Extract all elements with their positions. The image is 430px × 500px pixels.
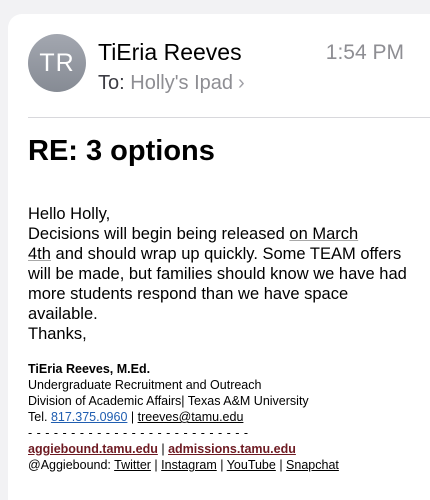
email-subject: RE: 3 options <box>28 135 215 167</box>
signature-division: Division of Academic Affairs| Texas A&M … <box>28 394 309 408</box>
divider <box>28 117 430 118</box>
body-paragraph: Decisions will begin being released on M… <box>28 225 407 323</box>
admissions-link[interactable]: admissions.tamu.edu <box>168 442 296 456</box>
date-link[interactable]: on March <box>289 225 358 243</box>
dash-separator: - - - - - - - - - - - - - - - - - - - - … <box>28 426 249 440</box>
social-links: @Aggiebound: Twitter | Instagram | YouTu… <box>28 458 339 472</box>
email-body: Hello Holly, Decisions will begin being … <box>28 204 418 344</box>
closing: Thanks, <box>28 325 87 343</box>
signature-department: Undergraduate Recruitment and Outreach <box>28 378 262 392</box>
recipient-name[interactable]: Holly's Ipad <box>130 72 233 94</box>
snapchat-link[interactable]: Snapchat <box>286 458 339 472</box>
signature: TiEria Reeves, M.Ed. Undergraduate Recru… <box>28 361 426 473</box>
to-label: To: <box>98 72 125 94</box>
recipient-line[interactable]: To: Holly's Ipad › <box>98 70 245 96</box>
email-card: TR TiEria Reeves 1:54 PM To: Holly's Ipa… <box>8 14 430 500</box>
timestamp: 1:54 PM <box>325 41 404 64</box>
avatar[interactable]: TR <box>28 34 86 92</box>
aggiebound-link[interactable]: aggiebound.tamu.edu <box>28 442 158 456</box>
youtube-link[interactable]: YouTube <box>227 458 276 472</box>
chevron-right-icon[interactable]: › <box>238 70 245 96</box>
signature-contact: Tel. 817.375.0960 | treeves@tamu.edu <box>28 410 244 424</box>
website-links: aggiebound.tamu.edu | admissions.tamu.ed… <box>28 442 296 456</box>
email-header: TR TiEria Reeves 1:54 PM To: Holly's Ipa… <box>28 34 430 114</box>
twitter-link[interactable]: Twitter <box>114 458 151 472</box>
sender-name[interactable]: TiEria Reeves <box>98 38 242 66</box>
signature-name: TiEria Reeves, M.Ed. <box>28 362 151 376</box>
greeting: Hello Holly, <box>28 205 111 223</box>
instagram-link[interactable]: Instagram <box>161 458 217 472</box>
date-link-cont[interactable]: 4th <box>28 245 51 263</box>
email-link[interactable]: treeves@tamu.edu <box>138 410 244 424</box>
phone-link[interactable]: 817.375.0960 <box>51 410 127 424</box>
